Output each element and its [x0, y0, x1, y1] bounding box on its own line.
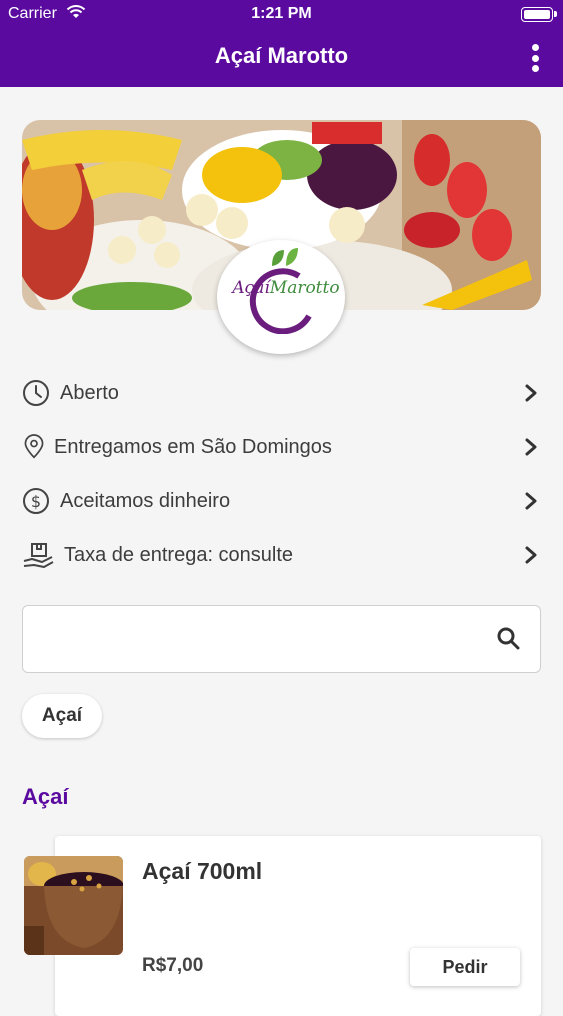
product-image: [24, 856, 123, 955]
chevron-right-icon: [525, 492, 537, 510]
chevron-right-icon: [525, 546, 537, 564]
store-logo: AçaíMarotto: [217, 240, 345, 354]
search-icon[interactable]: [496, 626, 520, 650]
info-label: Aberto: [60, 382, 119, 404]
info-label: Taxa de entrega: consulte: [64, 544, 294, 566]
info-label: Entregamos em São Domingos: [54, 436, 332, 458]
info-row-status[interactable]: Aberto: [22, 375, 542, 411]
search-box: [22, 605, 541, 673]
location-pin-icon: [24, 434, 44, 459]
logo-text-marotto: Marotto: [269, 278, 340, 298]
delivery-icon: [23, 543, 54, 568]
category-chip-acai[interactable]: Açaí: [22, 694, 102, 738]
logo-text-acai: Açaí: [232, 278, 270, 298]
info-row-delivery-fee[interactable]: Taxa de entrega: consulte: [22, 537, 542, 573]
clock-icon: [23, 380, 49, 406]
order-button[interactable]: Pedir: [410, 948, 520, 986]
chevron-right-icon: [525, 384, 537, 402]
section-title: Açaí: [22, 784, 69, 809]
product-name: Açaí 700ml: [142, 858, 263, 884]
more-options-icon[interactable]: [529, 44, 541, 72]
info-label: Aceitamos dinheiro: [60, 490, 231, 512]
product-price: R$7,00: [142, 955, 204, 976]
product-card[interactable]: [55, 836, 541, 1016]
chevron-right-icon: [525, 438, 537, 456]
page-title: Açaí Marotto: [214, 43, 349, 68]
dollar-icon: $: [23, 488, 49, 514]
search-input[interactable]: [35, 616, 479, 662]
info-row-payment[interactable]: $ Aceitamos dinheiro: [22, 483, 542, 519]
info-row-delivery-area[interactable]: Entregamos em São Domingos: [22, 429, 542, 465]
battery-icon: [521, 7, 553, 22]
clock-time: 1:21 PM: [251, 5, 312, 22]
app-header: Carrier 1:21 PM Açaí Marotto: [0, 0, 563, 87]
svg-text:$: $: [31, 492, 41, 511]
status-bar: Carrier 1:21 PM: [0, 0, 563, 30]
